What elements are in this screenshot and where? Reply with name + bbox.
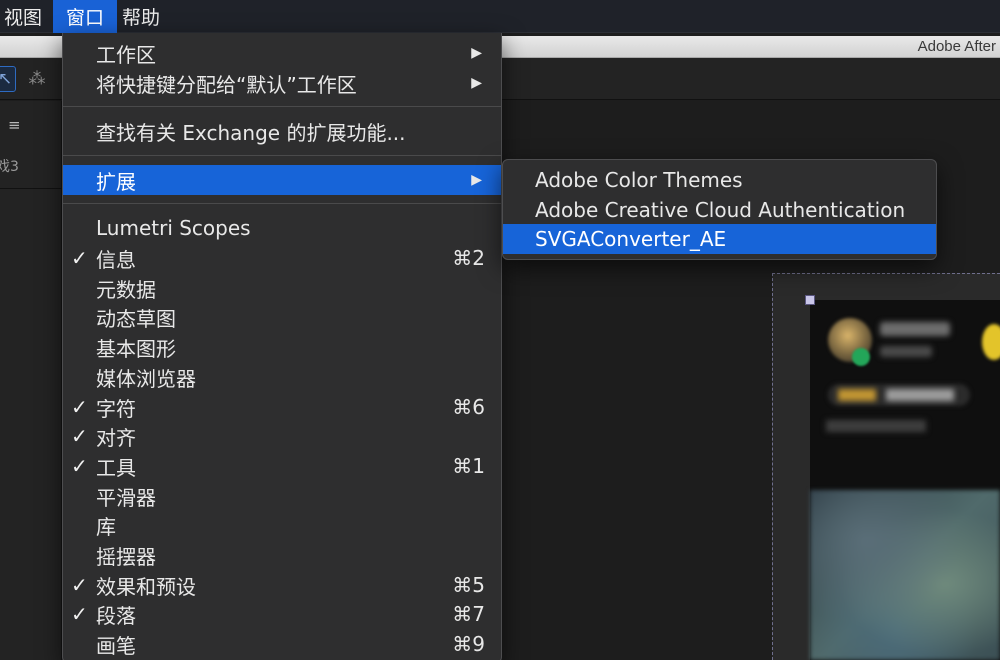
checkmark-icon: ✓ — [71, 395, 88, 419]
menu-shortcut: ⌘9 — [452, 632, 485, 656]
menu-separator — [63, 106, 501, 107]
checkmark-icon: ✓ — [71, 454, 88, 478]
preview-name-text — [880, 322, 950, 336]
preview-game-scene — [810, 490, 1000, 660]
app-title: Adobe After — [917, 38, 996, 55]
menubar-item-window[interactable]: 窗口 — [53, 0, 118, 33]
submenu-item-cc-authentication[interactable]: Adobe Creative Cloud Authentication — [503, 195, 936, 225]
menu-item-media-browser[interactable]: 媒体浏览器 — [63, 362, 501, 392]
menu-item-smoother[interactable]: 平滑器 — [63, 481, 501, 511]
preview-stats-value — [886, 389, 954, 401]
menu-item-assign-shortcuts[interactable]: 将快捷键分配给“默认”工作区 ▶ — [63, 68, 501, 98]
menu-item-lumetri-scopes[interactable]: Lumetri Scopes — [63, 213, 501, 243]
panel-tab-label[interactable]: 戏3 — [0, 156, 19, 176]
menu-shortcut: ⌘2 — [452, 246, 485, 270]
submenu-item-svgaconverter[interactable]: SVGAConverter_AE — [503, 224, 936, 254]
menu-item-brushes[interactable]: 画笔 ⌘9 — [63, 629, 501, 659]
preview-stats-label — [838, 389, 876, 401]
menu-item-effects-presets[interactable]: ✓ 效果和预设 ⌘5 — [63, 570, 501, 600]
layer-anchor-handle[interactable] — [805, 295, 815, 305]
preview-gold-button — [982, 324, 1000, 360]
extensions-submenu: Adobe Color Themes Adobe Creative Cloud … — [502, 159, 937, 260]
checkmark-icon: ✓ — [71, 424, 88, 448]
menu-item-tools[interactable]: ✓ 工具 ⌘1 — [63, 451, 501, 481]
menu-separator — [63, 203, 501, 204]
panel-menu-icon[interactable]: ≡ — [8, 116, 21, 134]
menu-item-find-exchange-extensions[interactable]: 查找有关 Exchange 的扩展功能... — [63, 116, 501, 146]
menu-item-wiggler[interactable]: 摇摆器 — [63, 540, 501, 570]
panel-divider — [0, 188, 62, 189]
menu-shortcut: ⌘7 — [452, 602, 485, 626]
menubar-item-help[interactable]: 帮助 — [117, 0, 165, 33]
menubar-item-view[interactable]: 视图 — [0, 0, 53, 33]
menu-item-align[interactable]: ✓ 对齐 — [63, 421, 501, 451]
checkmark-icon: ✓ — [71, 246, 88, 270]
left-panel — [0, 101, 62, 660]
menu-shortcut: ⌘1 — [452, 454, 485, 478]
checkmark-icon: ✓ — [71, 573, 88, 597]
preview-room-id — [826, 420, 926, 432]
menu-item-workspace[interactable]: 工作区 ▶ — [63, 38, 501, 68]
checkmark-icon: ✓ — [71, 602, 88, 626]
preview-badge — [852, 348, 870, 366]
window-menu-dropdown: 工作区 ▶ 将快捷键分配给“默认”工作区 ▶ 查找有关 Exchange 的扩展… — [62, 33, 502, 660]
submenu-arrow-icon: ▶ — [471, 45, 482, 61]
preview-subtitle-text — [880, 346, 932, 357]
menu-shortcut: ⌘6 — [452, 395, 485, 419]
puppet-tool-icon[interactable]: ⁂ — [26, 66, 48, 92]
menu-item-character[interactable]: ✓ 字符 ⌘6 — [63, 392, 501, 422]
menu-item-motion-sketch[interactable]: 动态草图 — [63, 302, 501, 332]
menu-separator — [63, 155, 501, 156]
menu-item-info[interactable]: ✓ 信息 ⌘2 — [63, 243, 501, 273]
menu-item-extensions[interactable]: 扩展 ▶ — [63, 165, 501, 195]
menu-item-metadata[interactable]: 元数据 — [63, 273, 501, 303]
menu-item-paragraph[interactable]: ✓ 段落 ⌘7 — [63, 599, 501, 629]
submenu-item-adobe-color-themes[interactable]: Adobe Color Themes — [503, 165, 936, 195]
submenu-arrow-icon: ▶ — [471, 75, 482, 91]
menu-item-essential-graphics[interactable]: 基本图形 — [63, 332, 501, 362]
submenu-arrow-icon: ▶ — [471, 172, 482, 188]
menu-shortcut: ⌘5 — [452, 573, 485, 597]
menubar: 视图 窗口 帮助 — [0, 0, 1000, 33]
selection-tool-icon[interactable]: ↖ — [0, 66, 16, 92]
menu-item-libraries[interactable]: 库 — [63, 510, 501, 540]
